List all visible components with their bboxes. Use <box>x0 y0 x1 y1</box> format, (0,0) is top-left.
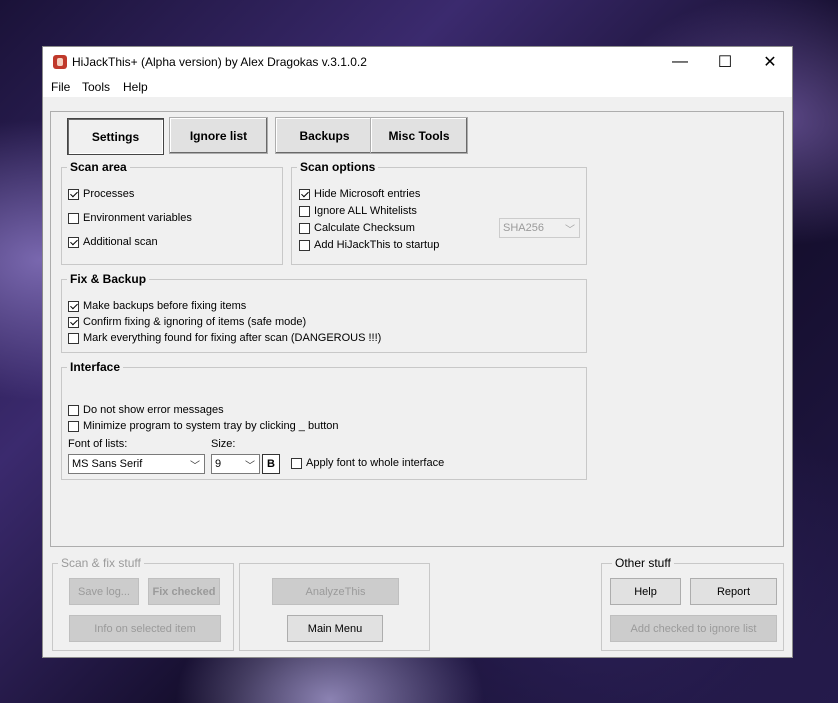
checkbox-label: Mark everything found for fixing after s… <box>83 332 382 344</box>
tab-ignore-list[interactable]: Ignore list <box>169 117 268 154</box>
bold-toggle-button[interactable]: B <box>262 454 280 474</box>
scan-fix-group: Scan & fix stuff Save log... Fix checked… <box>52 556 234 651</box>
menu-bar: File Tools Help <box>43 77 792 97</box>
fix-backup-group: Fix & Backup Make backups before fixing … <box>61 272 587 353</box>
menu-tools[interactable]: Tools <box>82 80 110 94</box>
size-select[interactable]: 9 ﹀ <box>211 454 260 474</box>
scan-area-title: Scan area <box>67 160 130 174</box>
add-to-ignore-list-button[interactable]: Add checked to ignore list <box>610 615 777 642</box>
fix-checked-button[interactable]: Fix checked <box>148 578 220 605</box>
tab-misc-tools[interactable]: Misc Tools <box>370 117 468 154</box>
minimize-to-tray-checkbox[interactable]: Minimize program to system tray by click… <box>68 420 339 432</box>
main-menu-button[interactable]: Main Menu <box>287 615 383 642</box>
chevron-down-icon: ﹀ <box>190 461 200 472</box>
processes-checkbox[interactable]: Processes <box>68 188 134 200</box>
no-error-messages-checkbox[interactable]: Do not show error messages <box>68 404 224 416</box>
hash-algorithm-value: SHA256 <box>503 222 544 234</box>
info-selected-item-button[interactable]: Info on selected item <box>69 615 221 642</box>
checkbox-label: Apply font to whole interface <box>306 457 445 469</box>
interface-title: Interface <box>67 360 124 374</box>
checkbox-box <box>68 420 79 432</box>
hash-algorithm-select[interactable]: SHA256 ﹀ <box>499 218 580 238</box>
add-to-startup-checkbox[interactable]: Add HiJackThis to startup <box>299 239 439 251</box>
scan-area-group: Scan area Processes Environment variable… <box>61 160 283 265</box>
checkbox-label: Processes <box>83 188 135 200</box>
make-backups-checkbox[interactable]: Make backups before fixing items <box>68 300 246 312</box>
checkbox-box <box>68 212 79 224</box>
minimize-button[interactable]: — <box>657 47 703 77</box>
checkbox-box <box>291 457 302 469</box>
checkbox-box <box>68 188 79 200</box>
app-window: HiJackThis+ (Alpha version) by Alex Drag… <box>42 46 793 658</box>
checkbox-box <box>299 222 310 234</box>
close-button[interactable]: ✕ <box>747 47 793 77</box>
checkbox-label: Environment variables <box>83 212 192 224</box>
menu-help[interactable]: Help <box>123 80 148 94</box>
report-button[interactable]: Report <box>690 578 777 605</box>
tab-backups[interactable]: Backups <box>275 117 374 154</box>
hide-microsoft-entries-checkbox[interactable]: Hide Microsoft entries <box>299 188 420 200</box>
scan-options-title: Scan options <box>297 160 379 174</box>
analyze-group: AnalyzeThis Main Menu <box>239 563 430 651</box>
font-value: MS Sans Serif <box>72 458 143 470</box>
tab-settings[interactable]: Settings <box>67 118 164 155</box>
fix-backup-title: Fix & Backup <box>67 272 150 286</box>
checkbox-label: Minimize program to system tray by click… <box>83 420 339 432</box>
checkbox-label: Make backups before fixing items <box>83 300 247 312</box>
other-stuff-title: Other stuff <box>612 556 674 570</box>
chevron-down-icon: ﹀ <box>565 225 575 236</box>
size-label: Size: <box>211 438 236 450</box>
checkbox-box <box>68 332 79 344</box>
ignore-whitelists-checkbox[interactable]: Ignore ALL Whitelists <box>299 205 417 217</box>
environment-variables-checkbox[interactable]: Environment variables <box>68 212 192 224</box>
analyze-this-button[interactable]: AnalyzeThis <box>272 578 399 605</box>
checkbox-box <box>299 188 310 200</box>
checkbox-box <box>68 236 79 248</box>
scan-options-group: Scan options Hide Microsoft entries Igno… <box>291 160 587 265</box>
size-value: 9 <box>215 458 222 470</box>
font-select[interactable]: MS Sans Serif ﹀ <box>68 454 205 474</box>
window-title: HiJackThis+ (Alpha version) by Alex Drag… <box>72 55 367 69</box>
checkbox-label: Calculate Checksum <box>314 222 415 234</box>
save-log-button[interactable]: Save log... <box>69 578 139 605</box>
checkbox-label: Do not show error messages <box>83 404 224 416</box>
additional-scan-checkbox[interactable]: Additional scan <box>68 236 158 248</box>
font-of-lists-label: Font of lists: <box>68 438 128 450</box>
checkbox-label: Additional scan <box>83 236 158 248</box>
chevron-down-icon: ﹀ <box>245 461 255 472</box>
checkbox-box <box>68 404 79 416</box>
calculate-checksum-checkbox[interactable]: Calculate Checksum <box>299 222 415 234</box>
app-icon <box>53 55 67 69</box>
checkbox-label: Confirm fixing & ignoring of items (safe… <box>83 316 307 328</box>
checkbox-label: Ignore ALL Whitelists <box>314 205 417 217</box>
checkbox-box <box>68 300 79 312</box>
menu-file[interactable]: File <box>51 80 70 94</box>
checkbox-box <box>299 205 310 217</box>
scan-fix-title: Scan & fix stuff <box>58 556 144 570</box>
checkbox-label: Hide Microsoft entries <box>314 188 421 200</box>
client-area: Settings Ignore list Backups Misc Tools … <box>43 97 792 657</box>
checkbox-label: Add HiJackThis to startup <box>314 239 440 251</box>
confirm-fixing-checkbox[interactable]: Confirm fixing & ignoring of items (safe… <box>68 316 306 328</box>
help-button[interactable]: Help <box>610 578 681 605</box>
apply-font-checkbox[interactable]: Apply font to whole interface <box>291 457 444 469</box>
checkbox-box <box>299 239 310 251</box>
title-bar[interactable]: HiJackThis+ (Alpha version) by Alex Drag… <box>43 47 792 77</box>
mark-everything-checkbox[interactable]: Mark everything found for fixing after s… <box>68 332 381 344</box>
maximize-button[interactable]: ☐ <box>702 47 748 77</box>
other-stuff-group: Other stuff Help Report Add checked to i… <box>601 556 784 651</box>
checkbox-box <box>68 316 79 328</box>
interface-group: Interface Do not show error messages Min… <box>61 360 587 480</box>
